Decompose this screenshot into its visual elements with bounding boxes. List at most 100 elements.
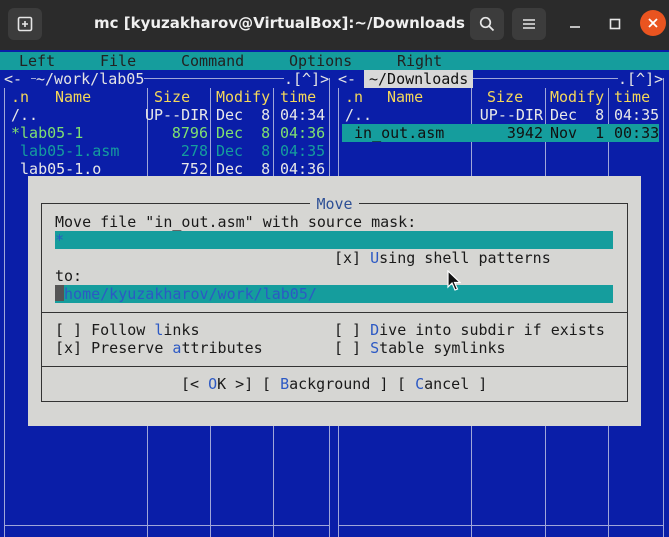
file-name: lab05-1.asm xyxy=(11,142,120,160)
header-time[interactable]: time xyxy=(614,88,650,106)
list-item[interactable]: /.. UP--DIR Dec 8 04:35 xyxy=(338,106,664,124)
button-label: K >] xyxy=(217,375,254,393)
mouse-pointer-icon xyxy=(447,270,461,291)
list-item-selected[interactable]: in_out.asm 3942 Nov 1 00:33 xyxy=(342,124,659,142)
button-label: ancel ] xyxy=(424,375,488,393)
background-button[interactable]: [ Background ] xyxy=(262,375,388,393)
to-label: to: xyxy=(55,267,83,285)
close-icon xyxy=(648,18,658,28)
checkbox-label-rest: ttributes xyxy=(181,339,263,357)
file-size: UP--DIR xyxy=(145,106,209,124)
menu-left[interactable]: Left xyxy=(19,52,55,70)
checkbox-label-rest: inks xyxy=(163,321,200,339)
file-time: 04:34 xyxy=(280,106,326,124)
new-tab-icon xyxy=(17,16,33,32)
destination-input[interactable]: /home/kyuzakharov/work/lab05/ xyxy=(55,285,613,303)
checkbox-label: sing shell patterns xyxy=(379,249,551,267)
button-label: ackground ] xyxy=(289,375,389,393)
right-panel-footer-line xyxy=(338,525,664,526)
file-size: 3942 xyxy=(506,124,543,142)
left-panel-path: ~/work/lab05 xyxy=(36,70,145,88)
menu-options[interactable]: Options xyxy=(289,52,352,70)
move-prompt: Move file "in_out.asm" with source mask: xyxy=(55,213,417,231)
right-panel-corner[interactable]: <- xyxy=(338,70,366,88)
left-panel-corner-right[interactable]: .[^]> xyxy=(284,70,330,88)
new-tab-button[interactable] xyxy=(8,8,42,40)
file-time: 04:35 xyxy=(614,106,660,124)
source-mask-input[interactable]: * xyxy=(55,231,613,249)
dive-subdir-checkbox[interactable]: [ ] Dive into subdir if exists xyxy=(334,321,605,339)
search-button[interactable] xyxy=(470,8,504,40)
header-modify[interactable]: Modify xyxy=(550,88,604,106)
file-date: Dec 8 xyxy=(216,106,271,124)
window-titlebar: mc [kyuzakharov@VirtualBox]:~/Downloads xyxy=(0,0,669,50)
checkbox-box: [ ] xyxy=(334,339,371,357)
left-panel-footer-line xyxy=(4,525,330,526)
dialog-title: Move xyxy=(28,195,641,213)
left-panel-corner[interactable]: <- xyxy=(4,70,32,88)
text-cursor xyxy=(55,285,64,301)
search-icon xyxy=(479,16,495,32)
file-size: 278 xyxy=(180,142,208,160)
file-size: UP--DIR xyxy=(479,106,543,124)
destination-value: /home/kyuzakharov/work/lab05/ xyxy=(55,285,317,303)
menu-command[interactable]: Command xyxy=(181,52,244,70)
ok-button[interactable]: [< OK >] xyxy=(181,375,253,393)
header-name[interactable]: Name xyxy=(387,88,423,106)
header-size[interactable]: Size xyxy=(487,88,523,106)
menu-file[interactable]: File xyxy=(100,52,136,70)
cancel-button[interactable]: [ Cancel ] xyxy=(397,375,487,393)
list-item[interactable]: /.. UP--DIR Dec 8 04:34 xyxy=(4,106,330,124)
file-date: Nov 1 xyxy=(550,124,605,142)
stable-symlinks-checkbox[interactable]: [ ] Stable symlinks xyxy=(334,339,506,357)
file-name: in_out.asm xyxy=(345,124,445,142)
file-name: /.. xyxy=(11,106,39,124)
file-time: 04:35 xyxy=(280,142,326,160)
hamburger-menu-icon xyxy=(523,19,535,29)
file-date: Dec 8 xyxy=(216,124,271,142)
right-panel-path: ~/Downloads xyxy=(364,70,474,88)
checkbox-box: [x] xyxy=(334,249,371,267)
file-time: 04:36 xyxy=(280,124,326,142)
header-name[interactable]: Name xyxy=(55,88,91,106)
button-bracket: [ xyxy=(397,375,416,393)
dialog-divider-1 xyxy=(42,312,627,313)
maximize-button[interactable] xyxy=(605,14,625,34)
hotkey-letter: O xyxy=(208,375,218,393)
header-n[interactable]: .n xyxy=(345,88,363,106)
checkbox-box: [x] xyxy=(55,339,92,357)
dialog-title-text: Move xyxy=(310,195,359,213)
hotkey-letter: B xyxy=(280,375,290,393)
file-date: Dec 8 xyxy=(550,106,605,124)
minimize-icon xyxy=(570,26,580,28)
header-size[interactable]: Size xyxy=(154,88,190,106)
minimize-button[interactable] xyxy=(565,14,585,34)
hotkey-letter: D xyxy=(370,321,380,339)
mc-menubar: Left File Command Options Right xyxy=(0,52,669,70)
close-button[interactable] xyxy=(640,10,666,36)
file-name: /.. xyxy=(345,106,373,124)
preserve-attributes-checkbox[interactable]: [x] Preserve attributes xyxy=(55,339,263,357)
follow-links-checkbox[interactable]: [ ] Follow links xyxy=(55,321,200,339)
right-panel-corner-right[interactable]: .[^]> xyxy=(618,70,664,88)
list-item[interactable]: *lab05-1 8796 Dec 8 04:36 xyxy=(4,124,330,142)
hotkey-letter: S xyxy=(370,339,380,357)
menu-button[interactable] xyxy=(512,8,546,40)
window-title: mc [kyuzakharov@VirtualBox]:~/Downloads xyxy=(94,14,465,32)
dialog-divider-2 xyxy=(42,366,627,367)
left-panel-header: .n Name Size Modify time xyxy=(4,88,330,106)
shell-patterns-checkbox[interactable]: [x] Using shell patterns xyxy=(334,249,551,267)
checkbox-label: Preserve xyxy=(91,339,173,357)
hotkey-letter: U xyxy=(370,249,380,267)
header-n[interactable]: .n xyxy=(11,88,29,106)
header-time[interactable]: time xyxy=(280,88,316,106)
menu-right[interactable]: Right xyxy=(397,52,442,70)
checkbox-box: [ ] xyxy=(55,321,92,339)
button-bracket: [< xyxy=(181,375,209,393)
file-date: Dec 8 xyxy=(216,142,271,160)
header-modify[interactable]: Modify xyxy=(216,88,270,106)
source-mask-value: * xyxy=(55,231,65,249)
checkbox-label: Follow xyxy=(91,321,155,339)
list-item[interactable]: lab05-1.asm 278 Dec 8 04:35 xyxy=(4,142,330,160)
right-panel-header: .n Name Size Modify time xyxy=(338,88,664,106)
